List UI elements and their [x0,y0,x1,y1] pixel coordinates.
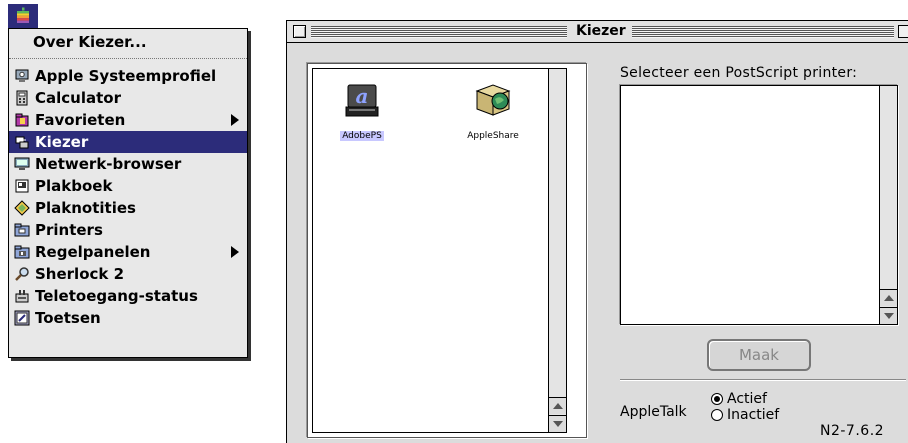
printer-list-scrollbar[interactable] [879,86,897,324]
system-profiler-icon [15,69,29,82]
menu-item-regelpanelen[interactable]: Regelpanelen [9,241,247,263]
submenu-arrow-icon [231,114,239,126]
apple-menu-button[interactable] [8,4,38,28]
apple-menu: Over Kiezer... Apple Systeemprofiel Calc… [8,28,248,358]
radio-label: Inactief [727,407,780,423]
appletalk-inactive-radio[interactable]: Inactief [711,407,779,423]
chooser-window: Kiezer a AdobePS AppleShare Selecteer ee… [286,20,908,443]
menu-item-label: Apple Systeemprofiel [35,67,217,85]
menu-item-label: Teletoegang-status [35,287,198,305]
menu-item-sherlock[interactable]: Sherlock 2 [9,263,247,285]
menu-item-label: Plaknotities [35,199,136,217]
appletalk-label: AppleTalk [620,404,687,420]
submenu-arrow-icon [231,246,239,258]
create-button[interactable]: Maak [707,339,811,371]
control-panels-folder-icon [14,245,30,259]
menu-item-label: Toetsen [35,309,101,327]
window-title-bar[interactable]: Kiezer [287,21,908,43]
menu-item-label: Kiezer [35,133,89,151]
menu-item-netwerk-browser[interactable]: Netwerk-browser [9,153,247,175]
menu-item-label: Calculator [35,89,121,107]
appletalk-active-radio[interactable]: Actief [711,391,767,407]
close-box-button[interactable] [293,25,306,38]
scroll-up-arrow-icon[interactable] [880,289,897,306]
zoom-box-button[interactable] [898,25,908,38]
menu-item-plaknotities[interactable]: Plaknotities [9,197,247,219]
menu-item-label: Printers [35,221,103,239]
menu-separator [9,58,247,59]
menu-item-favorieten[interactable]: Favorieten [9,109,247,131]
radio-selected-icon [711,393,723,405]
menu-item-kiezer[interactable]: Kiezer [9,131,247,153]
svg-text:a: a [356,84,369,108]
radio-label: Actief [727,391,767,407]
title-bar-stripes [632,26,894,38]
printer-list[interactable] [620,85,898,325]
device-list-scrollbar[interactable] [548,69,566,432]
menu-item-apple-systeemprofiel[interactable]: Apple Systeemprofiel [9,65,247,87]
menu-item-printers[interactable]: Printers [9,219,247,241]
device-list-pane: a AdobePS AppleShare [307,63,587,438]
scrapbook-icon [15,179,29,193]
select-printer-label: Selecteer een PostScript printer: [620,65,858,81]
menu-item-over-kiezer[interactable]: Over Kiezer... [9,31,247,53]
menu-item-label: Netwerk-browser [35,155,182,173]
menu-item-calculator[interactable]: Calculator [9,87,247,109]
scroll-down-arrow-icon[interactable] [549,415,566,432]
title-bar-stripes [311,26,567,38]
printers-folder-icon [14,223,30,237]
adobeps-printer-icon: a [345,84,379,117]
device-adobeps[interactable]: a AdobePS [327,83,397,142]
version-label: N2-7.6.2 [820,423,885,439]
radio-unselected-icon [711,409,723,421]
menu-item-label: Over Kiezer... [33,33,147,51]
menu-item-label: Plakboek [35,177,113,195]
divider [620,379,906,380]
key-caps-icon [14,310,30,326]
device-list: a AdobePS AppleShare [312,68,567,433]
calculator-icon [16,90,28,106]
apple-logo-icon [17,7,29,23]
device-label: AppleShare [467,131,519,141]
sherlock-icon [15,267,29,281]
device-label: AdobePS [340,131,384,141]
menu-item-toetsen[interactable]: Toetsen [9,307,247,329]
stickies-icon [14,200,30,216]
menu-item-label: Regelpanelen [35,243,151,261]
network-browser-icon [14,157,30,170]
menu-item-teletoegang-status[interactable]: Teletoegang-status [9,285,247,307]
device-appleshare[interactable]: AppleShare [458,81,528,142]
window-title: Kiezer [572,23,630,39]
remote-access-icon [15,290,29,303]
scroll-up-arrow-icon[interactable] [549,397,566,414]
appleshare-icon [475,84,511,116]
scroll-down-arrow-icon[interactable] [880,307,897,324]
chooser-icon [15,136,29,149]
favorites-folder-icon [15,113,29,127]
menu-item-label: Sherlock 2 [35,265,125,283]
menu-item-plakboek[interactable]: Plakboek [9,175,247,197]
menu-item-label: Favorieten [35,111,126,129]
